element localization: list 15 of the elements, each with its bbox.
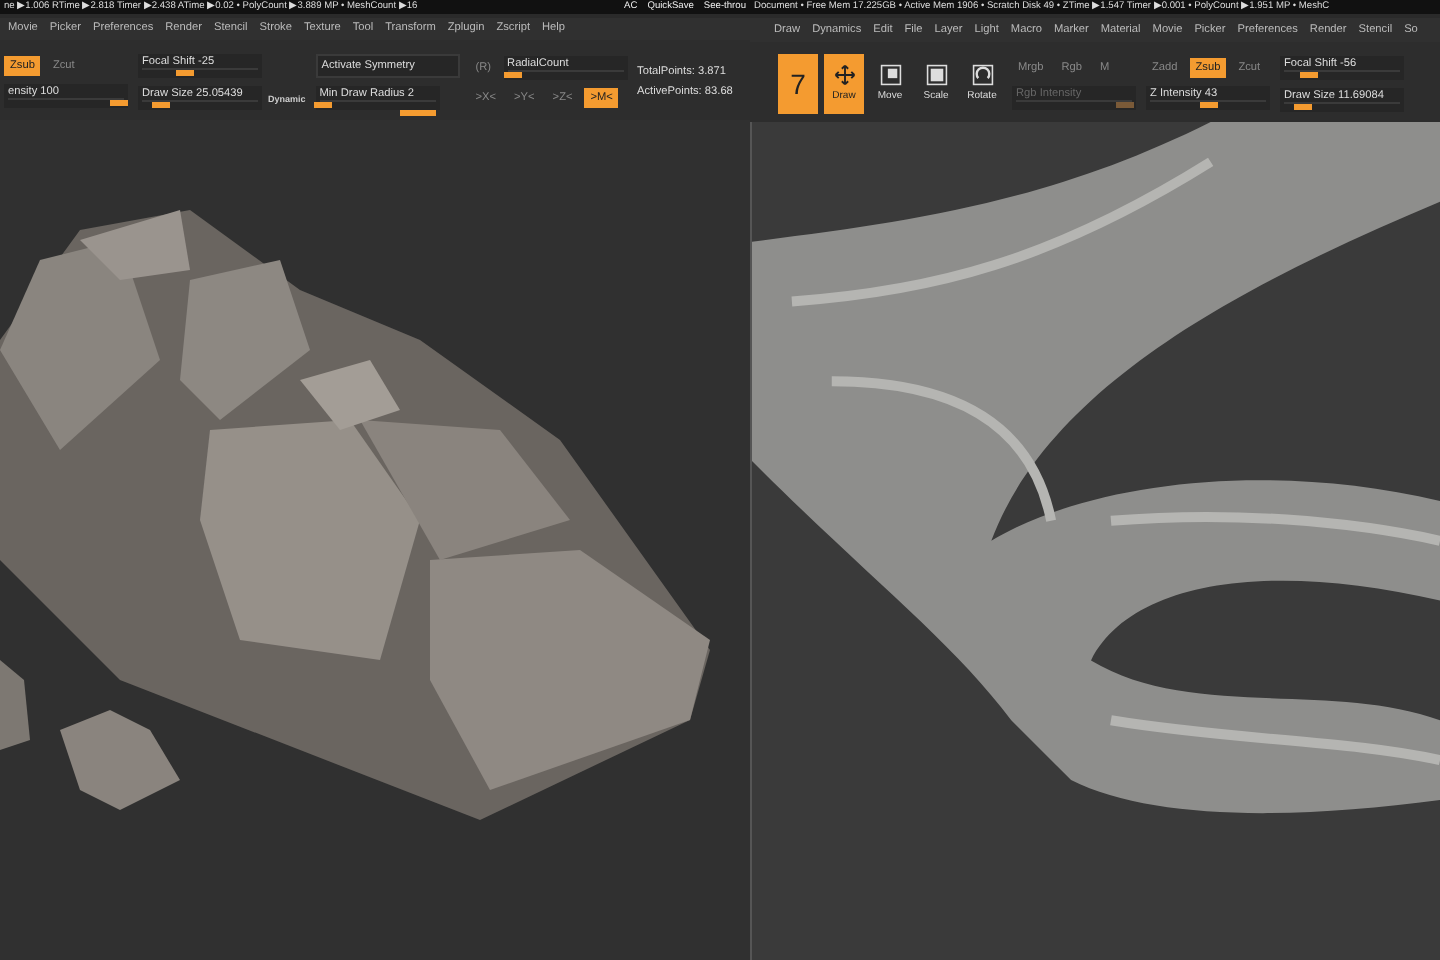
slider-thumb[interactable] xyxy=(1299,71,1318,78)
crosshair-icon xyxy=(833,64,855,87)
slider-thumb[interactable] xyxy=(504,72,523,79)
slider-thumb[interactable] xyxy=(176,70,195,77)
scroll-handle[interactable] xyxy=(400,110,436,116)
slider-thumb[interactable] xyxy=(1200,101,1218,108)
stone-drawing xyxy=(60,710,180,811)
square-icon xyxy=(925,64,947,87)
slider-thumb[interactable] xyxy=(1293,103,1312,110)
tool-button[interactable]: 7 xyxy=(778,53,818,114)
square-icon xyxy=(879,64,901,87)
slider-thumb[interactable] xyxy=(151,102,170,109)
slider-thumb[interactable] xyxy=(110,100,129,107)
stone-drawing xyxy=(0,660,30,751)
slider-thumb[interactable] xyxy=(313,102,332,109)
